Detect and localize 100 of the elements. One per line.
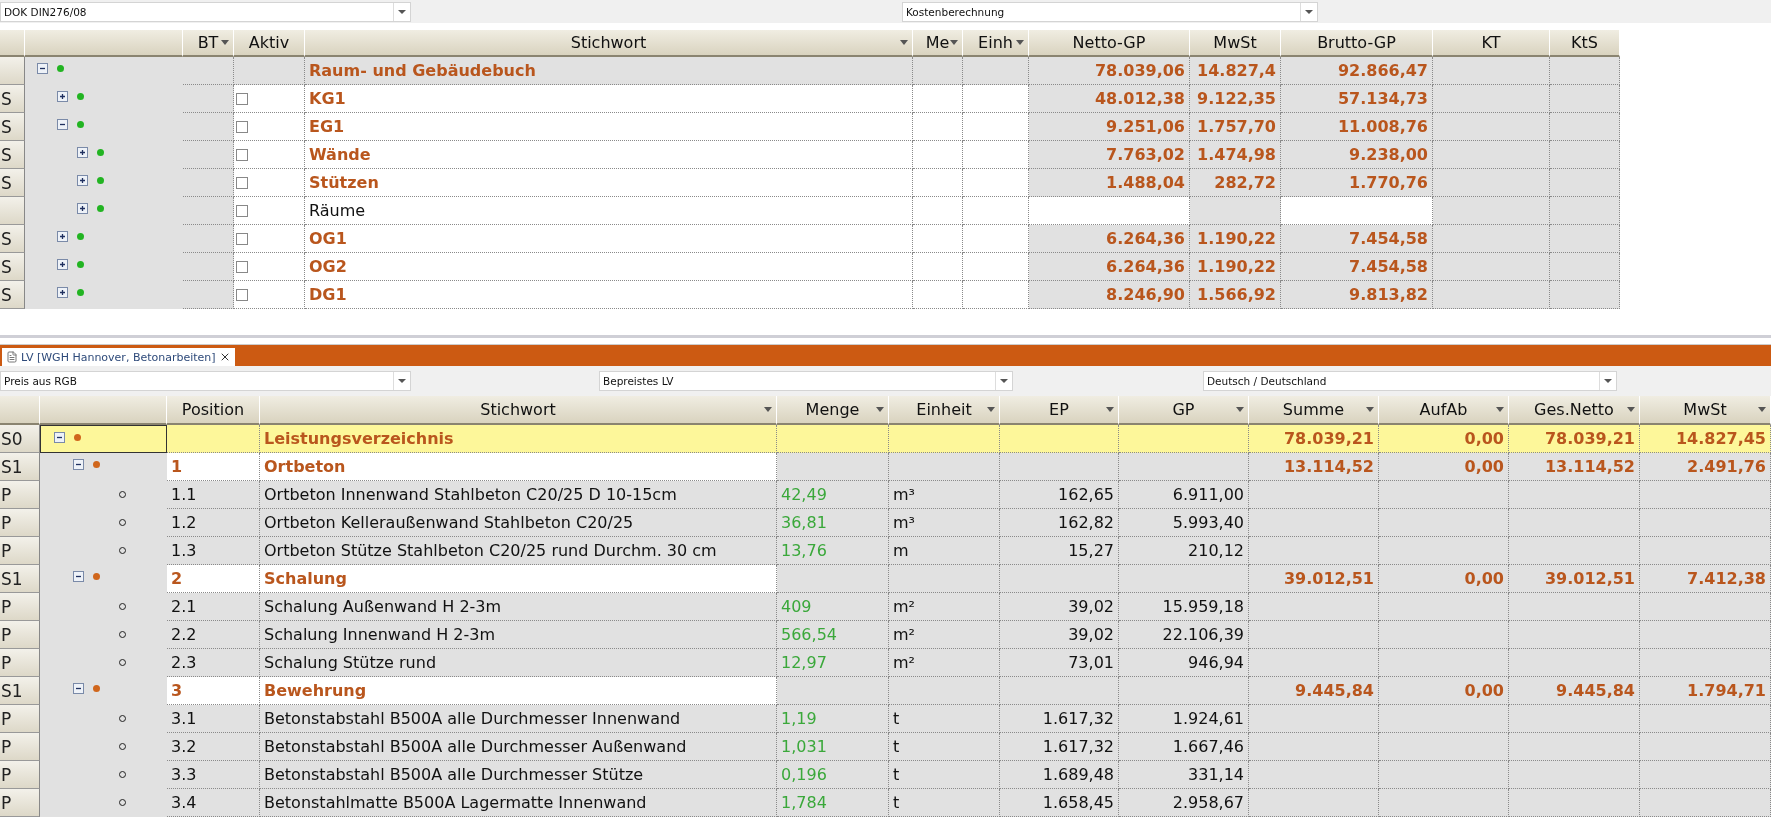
dropdown-caret-icon[interactable] xyxy=(900,39,908,46)
column-header[interactable]: Position xyxy=(167,396,260,425)
column-header[interactable]: Aktiv xyxy=(234,30,305,57)
table-cell: 162,65 xyxy=(1000,481,1119,509)
row-header[interactable]: S xyxy=(0,225,25,253)
dropdown-caret-icon[interactable] xyxy=(950,39,958,46)
column-header[interactable]: Brutto-GP xyxy=(1281,30,1433,57)
row-header[interactable]: S xyxy=(0,113,25,141)
checkbox[interactable] xyxy=(236,204,248,217)
row-header[interactable]: P xyxy=(0,481,40,509)
catalog-select[interactable]: DOK DIN276/08 xyxy=(0,1,411,22)
expand-icon[interactable] xyxy=(57,231,68,242)
collapse-icon[interactable] xyxy=(57,119,68,130)
collapse-icon[interactable] xyxy=(73,459,84,470)
table-cell: 13,76 xyxy=(777,537,889,565)
column-header[interactable]: Ges.Netto xyxy=(1509,396,1640,425)
collapse-icon[interactable] xyxy=(73,683,84,694)
checkbox[interactable] xyxy=(236,176,248,189)
row-header[interactable]: P xyxy=(0,621,40,649)
column-header[interactable]: Netto-GP xyxy=(1029,30,1190,57)
column-header[interactable]: MwSt xyxy=(1640,396,1771,425)
row-header[interactable]: S xyxy=(0,169,25,197)
expand-icon[interactable] xyxy=(57,287,68,298)
dropdown-caret-icon[interactable] xyxy=(221,39,229,46)
dropdown-caret-icon[interactable] xyxy=(1236,406,1244,413)
table-cell: 39.012,51 xyxy=(1249,565,1379,593)
document-tab[interactable]: LV [WGH Hannover, Betonarbeiten] xyxy=(2,348,235,366)
row-header[interactable]: S1 xyxy=(0,453,40,481)
row-header[interactable]: S0 xyxy=(0,425,40,453)
table-cell: 7.454,58 xyxy=(1281,253,1433,281)
row-header[interactable]: P xyxy=(0,705,40,733)
dropdown-caret-icon[interactable] xyxy=(764,406,772,413)
expand-icon[interactable] xyxy=(57,259,68,270)
column-header[interactable]: Me xyxy=(913,30,963,57)
row-header[interactable]: S xyxy=(0,253,25,281)
table-cell: m² xyxy=(889,593,1000,621)
collapse-icon[interactable] xyxy=(73,571,84,582)
table-cell xyxy=(1550,281,1620,309)
checkbox[interactable] xyxy=(236,120,248,133)
column-header[interactable]: BT xyxy=(183,30,234,57)
row-header[interactable]: P xyxy=(0,789,40,817)
collapse-icon[interactable] xyxy=(37,63,48,74)
dropdown-caret-icon[interactable] xyxy=(1496,406,1504,413)
column-header[interactable]: KtS xyxy=(1550,30,1620,57)
column-header[interactable]: Stichwort xyxy=(305,30,913,57)
checkbox[interactable] xyxy=(236,148,248,161)
column-header[interactable]: Menge xyxy=(777,396,889,425)
table-cell: 1.924,61 xyxy=(1119,705,1249,733)
expand-icon[interactable] xyxy=(77,203,88,214)
table-cell: 9.251,06 xyxy=(1029,113,1190,141)
checkbox[interactable] xyxy=(236,232,248,245)
dropdown-caret-icon[interactable] xyxy=(876,406,884,413)
row-header[interactable]: P xyxy=(0,761,40,789)
column-header[interactable]: Stichwort xyxy=(260,396,777,425)
column-header[interactable]: Einheit xyxy=(889,396,1000,425)
language-select[interactable]: Deutsch / Deutschland xyxy=(1203,371,1617,391)
dropdown-caret-icon[interactable] xyxy=(1366,406,1374,413)
collapse-icon[interactable] xyxy=(54,432,65,443)
checkbox[interactable] xyxy=(236,260,248,273)
column-header[interactable]: Einh xyxy=(963,30,1029,57)
table-cell: 39,02 xyxy=(1000,593,1119,621)
row-header[interactable]: P xyxy=(0,537,40,565)
expand-icon[interactable] xyxy=(77,175,88,186)
table-cell: 1.617,32 xyxy=(1000,705,1119,733)
column-header[interactable]: Summe xyxy=(1249,396,1379,425)
expand-icon[interactable] xyxy=(77,147,88,158)
row-header[interactable]: S1 xyxy=(0,565,40,593)
row-header[interactable]: S xyxy=(0,281,25,309)
table-cell: Ortbeton Innenwand Stahlbeton C20/25 D 10-15cm xyxy=(260,481,777,509)
table-cell: Schalung Innenwand H 2-3m xyxy=(260,621,777,649)
price-select[interactable]: Preis aus RGB xyxy=(0,371,411,391)
table-cell: 78.039,06 xyxy=(1029,57,1190,85)
column-header[interactable]: EP xyxy=(1000,396,1119,425)
expand-icon[interactable] xyxy=(57,91,68,102)
column-header[interactable]: MwSt xyxy=(1190,30,1281,57)
status-dot xyxy=(77,289,84,296)
dropdown-caret-icon[interactable] xyxy=(1106,406,1114,413)
mode-select[interactable]: Kostenberechnung xyxy=(902,1,1318,22)
row-header[interactable]: P xyxy=(0,649,40,677)
dropdown-caret-icon[interactable] xyxy=(1627,406,1635,413)
row-header[interactable]: P xyxy=(0,509,40,537)
row-header[interactable]: P xyxy=(0,593,40,621)
column-header[interactable]: GP xyxy=(1119,396,1249,425)
checkbox[interactable] xyxy=(236,288,248,301)
checkbox[interactable] xyxy=(236,92,248,105)
table-cell: KG1 xyxy=(305,85,913,113)
column-header[interactable]: AufAb xyxy=(1379,396,1509,425)
dropdown-caret-icon[interactable] xyxy=(1016,39,1024,46)
row-header[interactable]: S1 xyxy=(0,677,40,705)
dropdown-caret-icon[interactable] xyxy=(987,406,995,413)
dropdown-caret-icon[interactable] xyxy=(1758,406,1766,413)
column-header[interactable]: KT xyxy=(1433,30,1550,57)
table-cell: 11.008,76 xyxy=(1281,113,1433,141)
row-header[interactable]: P xyxy=(0,733,40,761)
view-select[interactable]: Bepreistes LV xyxy=(599,371,1013,391)
row-header[interactable]: S xyxy=(0,141,25,169)
row-header[interactable] xyxy=(0,197,25,225)
row-header[interactable] xyxy=(0,57,25,85)
row-header[interactable]: S xyxy=(0,85,25,113)
table-cell: 162,82 xyxy=(1000,509,1119,537)
